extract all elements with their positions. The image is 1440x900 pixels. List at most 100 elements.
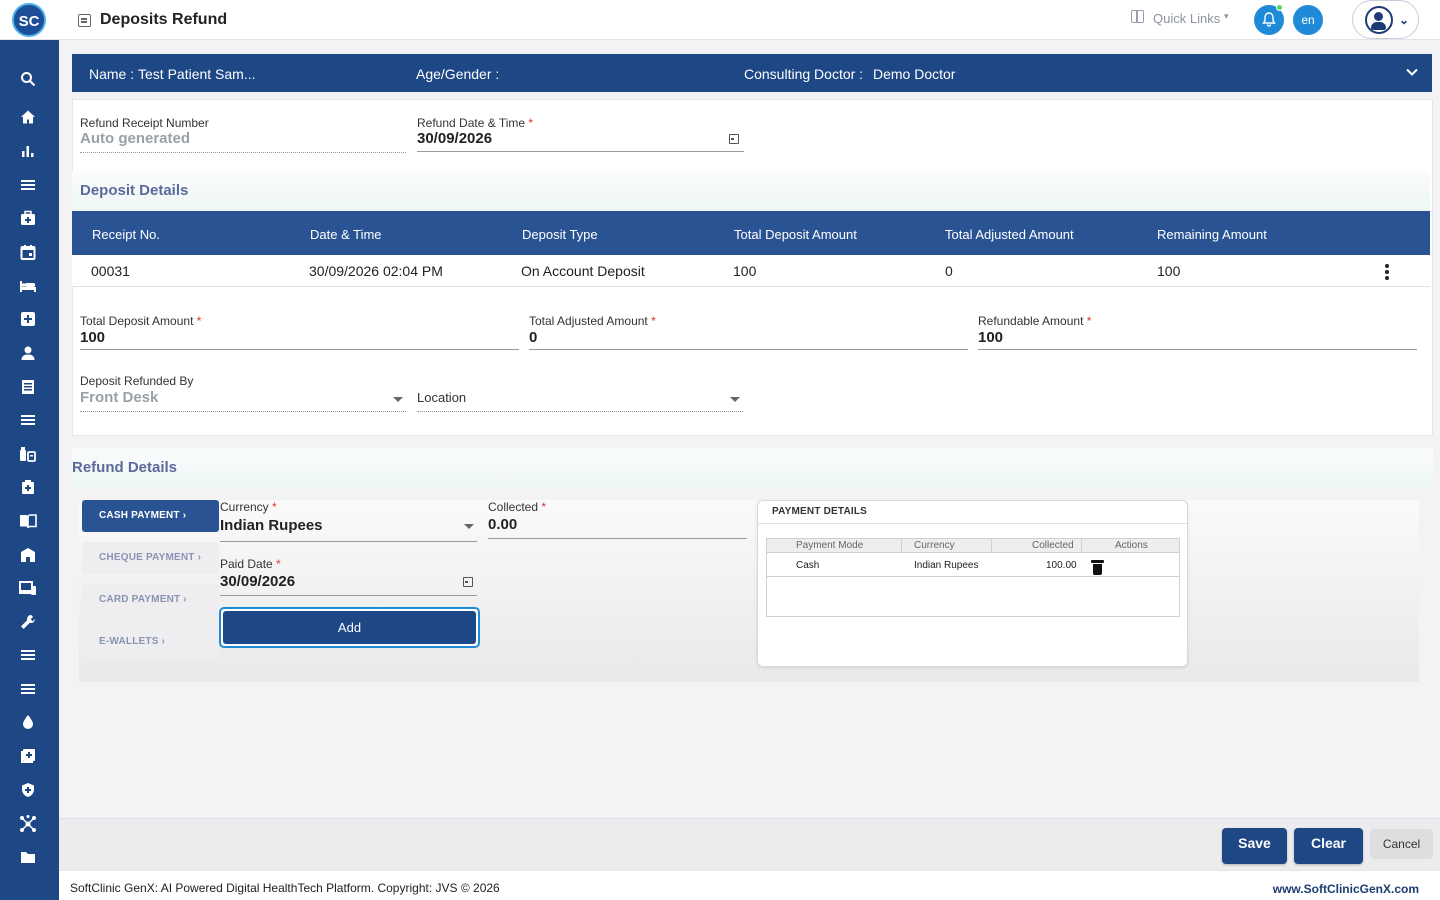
chevron-down-icon[interactable] [1405,65,1419,79]
paid-date-label-text: Paid Date [220,557,273,571]
col-receipt-no: Receipt No. [92,227,160,242]
column-separator [901,539,902,553]
menu-icon[interactable] [17,174,39,196]
quick-links-caret-icon[interactable]: ▾ [1224,11,1229,22]
location-underline [417,411,743,412]
cell-receipt-no: 00031 [91,263,130,279]
refund-date-input[interactable]: 30/09/2026 [417,130,492,147]
total-adjusted-label: Total Adjusted Amount * [529,314,656,328]
calendar-icon[interactable] [463,577,473,587]
col-deposit-type: Deposit Type [522,227,598,242]
bell-icon [1262,12,1276,27]
refundable-input[interactable]: 100 [978,329,1003,346]
receipt-number-underline [80,152,406,153]
refund-date-underline [417,151,744,152]
report-icon[interactable] [17,376,39,398]
quick-links-icon[interactable] [1131,10,1144,23]
calendar-icon[interactable] [17,241,39,263]
copyright-text: SoftClinic GenX: AI Powered Digital Heal… [70,881,500,895]
refunded-by-label: Deposit Refunded By [80,374,194,388]
book-icon[interactable] [17,510,39,532]
tab-e-wallets[interactable]: E-WALLETS › [82,626,219,658]
receipt-number-label: Refund Receipt Number [80,116,209,130]
refund-date-label: Refund Date & Time * [417,116,534,130]
caret-down-icon[interactable] [464,524,474,529]
store-icon[interactable] [17,544,39,566]
col-currency: Currency [914,540,955,551]
cell-remaining: 100 [1157,263,1181,279]
calendar-icon[interactable] [729,134,739,144]
col-collected: Collected [1032,540,1074,551]
collected-label-text: Collected [488,500,539,514]
total-adjusted-input[interactable]: 0 [529,329,537,346]
paid-date-input[interactable]: 30/09/2026 [220,573,295,590]
folder-icon[interactable] [17,846,39,868]
cancel-button[interactable]: Cancel [1370,829,1433,859]
refundable-underline [978,349,1417,350]
currency-label-text: Currency [220,500,269,514]
currency-select[interactable]: Indian Rupees [220,517,323,534]
cell-payment-mode: Cash [796,560,820,571]
list-icon[interactable] [17,409,39,431]
total-adjusted-label-text: Total Adjusted Amount [529,314,648,328]
page-icon [78,14,91,27]
first-aid-icon[interactable] [17,476,39,498]
doctor-bag-icon[interactable] [17,207,39,229]
plus-box-icon[interactable] [17,308,39,330]
website-link[interactable]: www.SoftClinicGenX.com [1273,882,1419,896]
wrench-icon[interactable] [17,611,39,633]
refundable-label-text: Refundable Amount [978,314,1084,328]
person-icon[interactable] [17,342,39,364]
collected-input[interactable]: 0.00 [488,516,517,533]
col-actions: Actions [1115,540,1148,551]
network-icon[interactable] [17,812,39,834]
column-separator [1081,539,1082,553]
tab-cheque-payment[interactable]: CHEQUE PAYMENT › [82,542,219,574]
quick-links-button[interactable]: Quick Links [1153,11,1220,26]
payment-details-table: Payment Mode Currency Collected Actions … [766,538,1180,617]
caret-down-icon[interactable] [393,397,403,402]
paid-date-label: Paid Date * [220,557,281,571]
collected-label: Collected * [488,500,547,514]
medicine-icon[interactable] [17,443,39,465]
home-icon[interactable] [17,106,39,128]
cell-collected: 100.00 [1046,560,1077,571]
col-total-deposit: Total Deposit Amount [734,227,857,242]
drop-icon[interactable] [17,711,39,733]
refunded-by-select[interactable]: Front Desk [80,389,158,406]
table-row[interactable]: 00031 30/09/2026 02:04 PM On Account Dep… [72,255,1430,287]
currency-underline [220,541,477,542]
more-vertical-icon[interactable] [1385,264,1389,280]
menu-alt-icon[interactable] [17,644,39,666]
patient-banner[interactable]: Name : Test Patient Sam... Age/Gender : … [72,54,1432,92]
deposit-details-title: Deposit Details [80,182,189,199]
add-payment-button[interactable]: Add [219,607,480,648]
refund-details-title: Refund Details [72,459,178,476]
divider [758,523,1187,524]
payment-details-title: PAYMENT DETAILS [772,506,868,517]
shield-icon[interactable] [17,779,39,801]
add-box-icon[interactable] [17,745,39,767]
location-select[interactable]: Location [417,390,466,405]
bed-icon[interactable] [17,275,39,297]
menu-alt2-icon[interactable] [17,678,39,700]
col-remaining: Remaining Amount [1157,227,1267,242]
refund-details-header [72,448,1433,488]
col-date-time: Date & Time [310,227,382,242]
caret-down-icon[interactable] [730,397,740,402]
tab-card-payment[interactable]: CARD PAYMENT › [82,584,219,616]
search-icon[interactable] [17,68,39,90]
tab-cash-payment[interactable]: CASH PAYMENT › [82,500,219,532]
notification-dot [1276,4,1283,11]
trash-icon[interactable] [1091,560,1104,575]
language-button[interactable]: en [1293,5,1323,35]
profile-menu[interactable]: ⌄ [1352,0,1419,39]
save-button[interactable]: Save [1222,828,1287,864]
bar-chart-icon[interactable] [17,140,39,162]
clear-button[interactable]: Clear [1294,828,1363,864]
devices-icon[interactable] [17,577,39,599]
collected-underline [488,538,747,539]
app-logo[interactable]: SC [12,3,46,37]
total-deposit-input[interactable]: 100 [80,329,105,346]
top-bar: SC Deposits Refund Quick Links ▾ en ⌄ [0,0,1440,40]
